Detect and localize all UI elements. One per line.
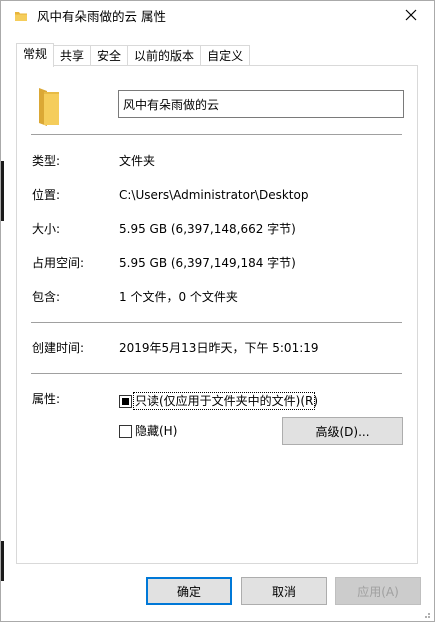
- attributes-label: 属性:: [32, 392, 61, 406]
- size-on-disk-value: 5.95 GB (6,397,149,184 字节): [119, 256, 296, 270]
- advanced-button[interactable]: 高级(D)...: [282, 417, 403, 445]
- cancel-button[interactable]: 取消: [241, 577, 327, 605]
- size-value: 5.95 GB (6,397,148,662 字节): [119, 222, 296, 236]
- readonly-checkbox[interactable]: [119, 395, 132, 408]
- size-label: 大小:: [32, 222, 61, 236]
- created-label: 创建时间:: [32, 341, 85, 355]
- title-bar[interactable]: 风中有朵雨做的云 属性: [1, 1, 434, 32]
- hidden-label[interactable]: 隐藏(H): [135, 423, 177, 439]
- type-value: 文件夹: [119, 154, 156, 168]
- contains-value: 1 个文件，0 个文件夹: [119, 290, 238, 304]
- created-value: 2019年5月13日昨天，下午 5:01:19: [119, 341, 319, 355]
- divider: [31, 373, 402, 374]
- indeterminate-mark: [122, 398, 129, 405]
- window-title: 风中有朵雨做的云 属性: [37, 9, 166, 24]
- folder-name-input[interactable]: [118, 90, 404, 118]
- tab-strip: 常规 共享 安全 以前的版本 自定义: [16, 43, 251, 67]
- contains-label: 包含:: [32, 290, 61, 304]
- type-label: 类型:: [32, 154, 61, 168]
- tab-previous-versions[interactable]: 以前的版本: [127, 45, 202, 66]
- background-edge: [1, 541, 4, 581]
- resize-grip-icon[interactable]: [421, 608, 431, 618]
- divider: [31, 134, 402, 135]
- background-edge: [1, 161, 4, 221]
- folder-icon: [14, 9, 28, 23]
- divider: [31, 322, 402, 323]
- tab-security[interactable]: 安全: [90, 45, 129, 66]
- hidden-checkbox[interactable]: [119, 425, 132, 438]
- size-on-disk-label: 占用空间:: [32, 256, 85, 270]
- tab-sharing[interactable]: 共享: [53, 45, 92, 66]
- apply-button[interactable]: 应用(A): [335, 577, 421, 605]
- tab-customize[interactable]: 自定义: [200, 45, 251, 66]
- folder-icon: [38, 87, 60, 127]
- readonly-label[interactable]: 只读(仅应用于文件夹中的文件)(R): [135, 393, 318, 409]
- location-label: 位置:: [32, 188, 61, 202]
- tab-general[interactable]: 常规: [16, 43, 55, 67]
- properties-dialog: 风中有朵雨做的云 属性 常规 共享 安全 以前的版本 自定义 类型: 文件夹 位…: [0, 0, 435, 622]
- tab-panel-general: [16, 65, 418, 564]
- location-value: C:\Users\Administrator\Desktop: [119, 188, 309, 202]
- close-icon: [405, 9, 417, 24]
- ok-button[interactable]: 确定: [146, 577, 232, 605]
- close-button[interactable]: [388, 1, 434, 32]
